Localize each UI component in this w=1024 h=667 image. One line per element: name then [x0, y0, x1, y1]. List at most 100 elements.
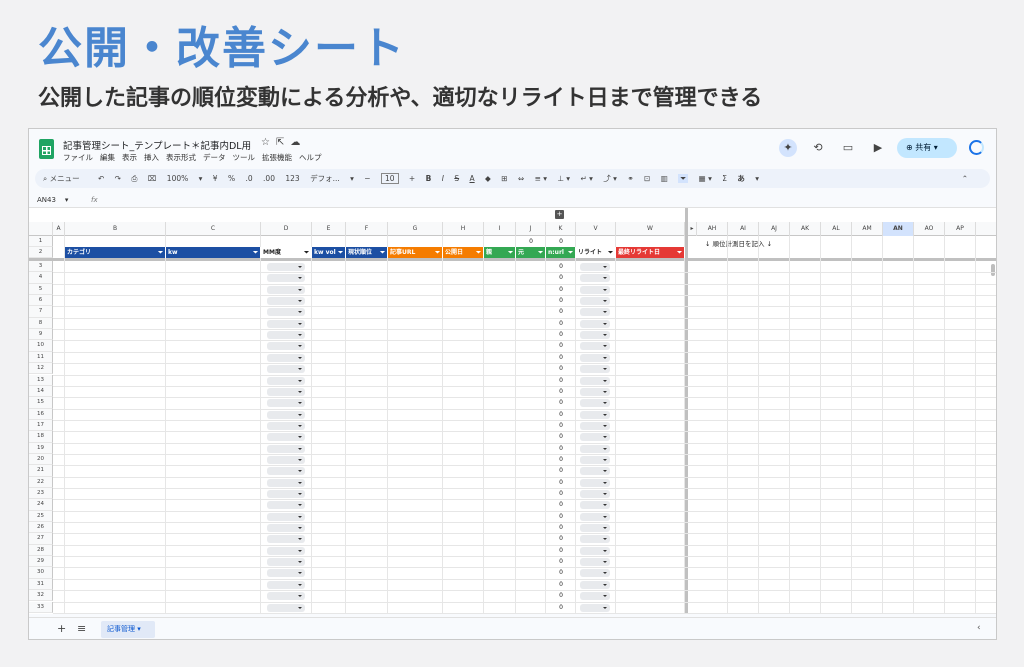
mm-dropdown[interactable] [267, 376, 305, 385]
document-title[interactable]: 記事管理シート_テンプレート＊記事内DL用 [63, 138, 251, 152]
rewrite-dropdown[interactable] [580, 376, 610, 385]
column-header-al[interactable]: AL [821, 222, 852, 236]
header-url[interactable]: 記事URL ⏷ [388, 247, 443, 258]
font-size-increase[interactable]: + [409, 174, 415, 183]
rewrite-dropdown[interactable] [580, 331, 610, 340]
row-header[interactable]: 12 [29, 363, 53, 375]
row-header[interactable]: 4 [29, 272, 53, 284]
filter-icon[interactable]: ⏷ [677, 247, 682, 258]
row-header[interactable]: 6 [29, 295, 53, 307]
column-header-ap[interactable]: AP [945, 222, 976, 236]
mm-dropdown[interactable] [267, 592, 305, 601]
row-header[interactable]: 23 [29, 488, 53, 500]
menu-data[interactable]: データ [203, 153, 226, 162]
row-header[interactable]: 27 [29, 533, 53, 545]
column-header-aj[interactable]: AJ [759, 222, 790, 236]
header-nurl[interactable]: n:url ⏷ [546, 247, 576, 258]
header-parent[interactable]: 親 ⏷ [484, 247, 516, 258]
mm-dropdown[interactable] [267, 455, 305, 464]
rewrite-dropdown[interactable] [580, 342, 610, 351]
font-size-input[interactable]: 10 [380, 173, 399, 184]
rewrite-dropdown[interactable] [580, 433, 610, 442]
functions-button[interactable]: Σ [722, 174, 727, 183]
currency-button[interactable]: ¥ [213, 174, 218, 183]
row-header[interactable]: 29 [29, 556, 53, 568]
percent-button[interactable]: % [228, 174, 235, 183]
row-header[interactable]: 21 [29, 465, 53, 477]
row-header[interactable]: 30 [29, 567, 53, 579]
menu-format[interactable]: 表示形式 [166, 153, 196, 162]
row-header[interactable]: 1 [29, 236, 53, 247]
filter-icon[interactable]: ⏷ [538, 247, 543, 258]
mm-dropdown[interactable] [267, 353, 305, 362]
header-rewrite[interactable]: リライト ⏷ [576, 247, 616, 258]
row-header[interactable]: 11 [29, 351, 53, 364]
mm-dropdown[interactable] [267, 558, 305, 567]
star-icon[interactable]: ☆ [261, 137, 276, 148]
rotate-icon[interactable]: ⤴ ▾ [603, 174, 617, 183]
search-menu-button[interactable]: ⌕ メニュー [43, 174, 88, 183]
link-icon[interactable]: ⚭ [627, 174, 633, 183]
filter-icon[interactable]: ⏷ [380, 247, 385, 258]
header-kw[interactable]: kw ⏷ [166, 247, 261, 258]
row-header[interactable]: 13 [29, 374, 53, 386]
header-category[interactable]: カテゴリ ⏷ [65, 247, 166, 258]
row-header[interactable]: 31 [29, 578, 53, 591]
rewrite-dropdown[interactable] [580, 580, 610, 589]
rewrite-dropdown[interactable] [580, 569, 610, 578]
rewrite-dropdown[interactable] [580, 319, 610, 328]
rewrite-dropdown[interactable] [580, 490, 610, 498]
move-icon[interactable]: ⇱ [276, 137, 290, 148]
column-header-ah[interactable]: AH [697, 222, 728, 236]
rewrite-dropdown[interactable] [580, 399, 610, 408]
name-box[interactable]: AN43 ▾ [37, 192, 68, 208]
row-header[interactable]: 5 [29, 283, 53, 296]
cloud-icon[interactable]: ☁ [290, 137, 306, 148]
rewrite-dropdown[interactable] [580, 467, 610, 476]
filter-icon[interactable]: ⏷ [253, 247, 258, 258]
rewrite-dropdown[interactable] [580, 308, 610, 317]
mm-dropdown[interactable] [267, 433, 305, 442]
mm-dropdown[interactable] [267, 331, 305, 340]
row-header[interactable]: 17 [29, 419, 53, 432]
redo-icon[interactable]: ↷ [115, 174, 121, 183]
row-header[interactable]: 3 [29, 261, 53, 273]
mm-dropdown[interactable] [267, 467, 305, 476]
rewrite-dropdown[interactable] [580, 274, 610, 283]
fill-color-icon[interactable]: ◆ [485, 174, 491, 183]
rewrite-dropdown[interactable] [580, 297, 610, 306]
text-color-button[interactable]: A [469, 174, 474, 183]
share-button[interactable]: ⊕ 共有 ▾ [897, 138, 957, 158]
filter-icon[interactable]: ⏷ [304, 247, 309, 258]
mm-dropdown[interactable] [267, 342, 305, 351]
mm-dropdown[interactable] [267, 580, 305, 589]
filter-icon[interactable]: ⏷ [435, 247, 440, 258]
rewrite-dropdown[interactable] [580, 353, 610, 362]
row-header[interactable]: 14 [29, 385, 53, 398]
row-header[interactable]: 22 [29, 476, 53, 488]
rewrite-dropdown[interactable] [580, 512, 610, 521]
rewrite-dropdown[interactable] [580, 592, 610, 601]
comment-insert-icon[interactable]: ⊡ [644, 174, 650, 183]
mm-dropdown[interactable] [267, 603, 305, 612]
row-header[interactable]: 7 [29, 306, 53, 318]
zoom-select[interactable]: 100% ▾ [167, 174, 203, 183]
mm-dropdown[interactable] [267, 421, 305, 430]
column-header-v[interactable]: V [576, 222, 616, 236]
vertical-scrollbar[interactable] [991, 264, 995, 276]
column-header-f[interactable]: F [346, 222, 388, 236]
column-header-ao[interactable]: AO [914, 222, 945, 236]
mm-dropdown[interactable] [267, 274, 305, 283]
decrease-decimal-button[interactable]: .0 [246, 174, 253, 183]
sheet-tab-article-management[interactable]: 記事管理 ▾ [101, 621, 155, 638]
rewrite-dropdown[interactable] [580, 365, 610, 374]
meet-icon[interactable]: ▶ [869, 139, 887, 157]
mm-dropdown[interactable] [267, 478, 305, 487]
row-header[interactable]: 33 [29, 601, 53, 613]
select-all-corner[interactable] [29, 222, 53, 236]
group-collapse-toggle[interactable]: + [555, 210, 564, 219]
row-header[interactable]: 28 [29, 544, 53, 557]
column-header-j[interactable]: J [516, 222, 546, 236]
sheets-logo-icon[interactable] [39, 139, 54, 159]
column-header-ai[interactable]: AI [728, 222, 759, 236]
